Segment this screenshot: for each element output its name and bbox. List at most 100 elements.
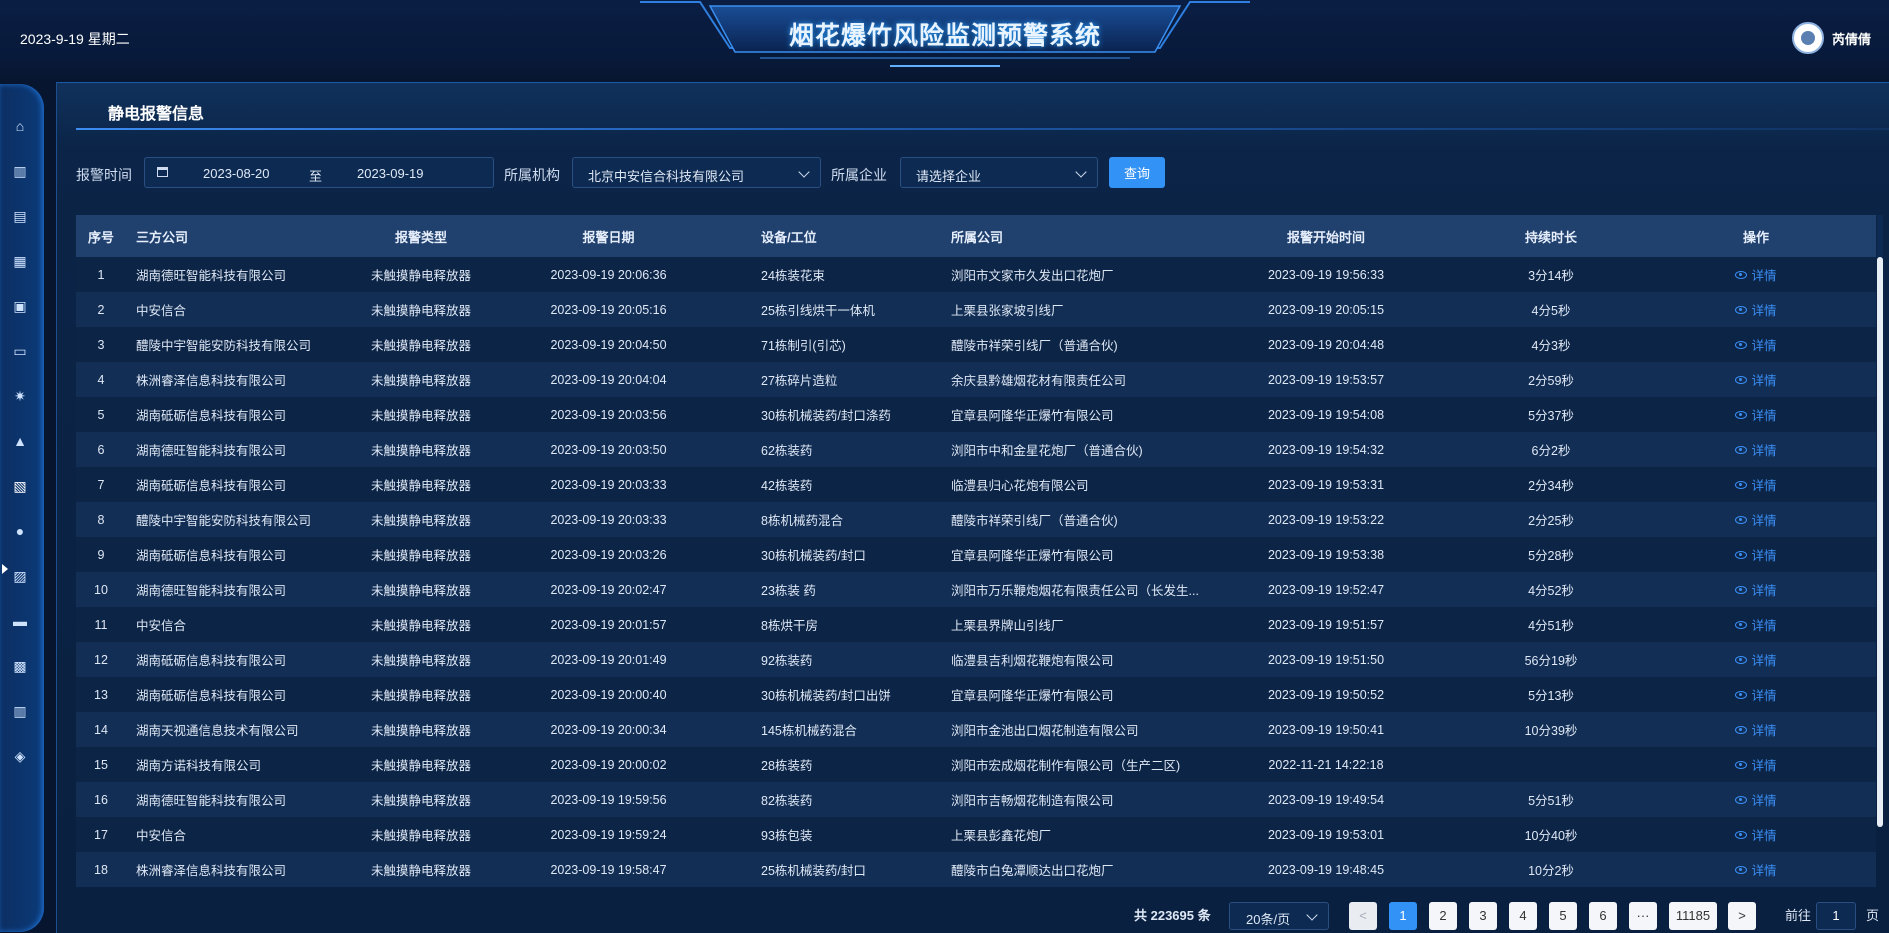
scrollbar-thumb[interactable] (1877, 257, 1883, 827)
table-row: 4 株洲睿泽信息科技有限公司 未触摸静电释放器 2023-09-19 20:04:04… (76, 362, 1876, 397)
detail-label[interactable]: 详情 (1751, 265, 1776, 284)
bar-chart-icon[interactable]: ▦ (11, 253, 29, 269)
detail-link[interactable]: 详情 (1735, 790, 1777, 809)
column-header: 持续时长 (1524, 229, 1577, 245)
detail-link[interactable]: 详情 (1735, 825, 1777, 844)
date-end[interactable]: 2023-09-19 (357, 166, 424, 181)
detail-link[interactable]: 详情 (1735, 615, 1777, 634)
detail-link[interactable]: 详情 (1735, 335, 1777, 354)
image-card-icon[interactable]: ▣ (11, 298, 29, 314)
detail-link[interactable]: 详情 (1735, 370, 1777, 389)
table-cell: 浏阳市中和金星花炮厂（普通合伙) (951, 444, 1143, 458)
detail-link[interactable]: 详情 (1735, 440, 1777, 459)
query-button[interactable]: 查询 (1109, 157, 1165, 188)
table-cell: 2023-09-19 19:53:31 (1267, 477, 1385, 492)
org-select[interactable]: 北京中安信合科技有限公司 (572, 157, 821, 188)
document-check-icon[interactable]: ▧ (11, 478, 29, 494)
detail-link[interactable]: 详情 (1735, 860, 1777, 879)
detail-link[interactable]: 详情 (1735, 300, 1777, 319)
detail-label[interactable]: 详情 (1751, 405, 1776, 424)
table-cell: 2023-09-19 20:01:57 (550, 617, 667, 632)
home-icon[interactable]: ⌂ (11, 118, 29, 134)
detail-label[interactable]: 详情 (1751, 545, 1776, 564)
alarm-light-icon[interactable]: ✷ (11, 388, 29, 404)
detail-label[interactable]: 详情 (1751, 825, 1776, 844)
table-cell: 2023-09-19 20:05:16 (550, 302, 667, 317)
table-cell: 25栋引线烘干一体机 (761, 304, 875, 318)
table-cell: 未触摸静电释放器 (370, 654, 471, 668)
column-header: 报警日期 (582, 229, 635, 245)
lightbulb-icon[interactable]: ● (11, 523, 29, 539)
page-size-select[interactable]: 20条/页 (1229, 902, 1329, 930)
detail-label[interactable]: 详情 (1751, 370, 1776, 389)
eye-icon (1735, 690, 1748, 699)
monitor-chart-icon[interactable]: ▬ (11, 613, 29, 629)
table-scrollbar[interactable] (1877, 215, 1883, 827)
detail-link[interactable]: 详情 (1735, 755, 1777, 774)
eye-icon (1735, 620, 1748, 629)
page-button[interactable]: 3 (1469, 902, 1497, 930)
date-start[interactable]: 2023-08-20 (203, 166, 270, 181)
page-button[interactable]: 6 (1589, 902, 1617, 930)
detail-label[interactable]: 详情 (1751, 580, 1776, 599)
briefcase-icon[interactable]: ▤ (11, 208, 29, 224)
table-row: 15 湖南方诺科技有限公司 未触摸静电释放器 2023-09-19 20:00:02 2… (76, 747, 1876, 782)
detail-label[interactable]: 详情 (1751, 615, 1776, 634)
page-button[interactable]: 11185 (1669, 902, 1717, 930)
table-cell: 4分3秒 (1531, 339, 1571, 353)
detail-label[interactable]: 详情 (1751, 510, 1776, 529)
company-select[interactable]: 请选择企业 (900, 157, 1098, 188)
detail-label[interactable]: 详情 (1751, 475, 1776, 494)
detail-label[interactable]: 详情 (1751, 440, 1776, 459)
avatar[interactable] (1791, 22, 1824, 54)
detail-link[interactable]: 详情 (1735, 405, 1777, 424)
chart-book-icon[interactable]: ▥ (11, 703, 29, 719)
total-count: 共 223695 条 (1134, 908, 1211, 923)
table-cell: 中安信合 (136, 619, 187, 633)
table-cell: 中安信合 (136, 304, 187, 318)
date-range-picker[interactable]: 2023-08-20 至 2023-09-19 (144, 157, 494, 188)
detail-label[interactable]: 详情 (1751, 685, 1776, 704)
prev-page-button[interactable]: < (1349, 902, 1377, 930)
table-row: 6 湖南德旺智能科技有限公司 未触摸静电释放器 2023-09-19 20:03:50… (76, 432, 1876, 467)
page-button[interactable]: 2 (1429, 902, 1457, 930)
table-cell: 93栋包装 (761, 829, 813, 843)
id-card-icon[interactable]: ▭ (11, 343, 29, 359)
detail-label[interactable]: 详情 (1751, 335, 1776, 354)
table-cell: 2023-09-19 19:59:56 (550, 792, 667, 807)
detail-label[interactable]: 详情 (1751, 650, 1776, 669)
user-menu[interactable]: 芮倩倩 (1791, 22, 1871, 54)
detail-link[interactable]: 详情 (1735, 475, 1777, 494)
page-button[interactable]: 1 (1389, 902, 1417, 930)
detail-link[interactable]: 详情 (1735, 650, 1777, 669)
layers-icon[interactable]: ◈ (11, 748, 29, 764)
detail-label[interactable]: 详情 (1751, 790, 1776, 809)
detail-link[interactable]: 详情 (1735, 265, 1777, 284)
page-button[interactable]: 5 (1549, 902, 1577, 930)
table-cell: 湖南德旺智能科技有限公司 (136, 794, 287, 808)
detail-link[interactable]: 详情 (1735, 545, 1777, 564)
detail-label[interactable]: 详情 (1751, 720, 1776, 739)
detail-link[interactable]: 详情 (1735, 685, 1777, 704)
document-settings-icon[interactable]: ▨ (11, 568, 29, 584)
username[interactable]: 芮倩倩 (1832, 29, 1871, 48)
table-cell: 未触摸静电释放器 (370, 409, 471, 423)
table-cell: 2023-09-19 20:03:26 (550, 547, 667, 562)
table-row: 9 湖南砥砺信息科技有限公司 未触摸静电释放器 2023-09-19 20:03:26… (76, 537, 1876, 572)
warning-icon[interactable]: ▲ (11, 433, 29, 449)
next-page-button[interactable]: > (1728, 902, 1756, 930)
page-button[interactable]: 4 (1509, 902, 1537, 930)
detail-link[interactable]: 详情 (1735, 720, 1777, 739)
table-cell: 5 (97, 407, 105, 422)
detail-link[interactable]: 详情 (1735, 580, 1777, 599)
panel-title: 静电报警信息 (108, 106, 205, 123)
detail-label[interactable]: 详情 (1751, 300, 1776, 319)
building-icon[interactable]: ▥ (11, 163, 29, 179)
table-cell: 浏阳市宏成烟花制作有限公司（生产二区) (951, 759, 1181, 773)
detail-label[interactable]: 详情 (1751, 860, 1776, 879)
jump-page-input[interactable]: 1 (1816, 902, 1856, 930)
grid-icon[interactable]: ▩ (11, 658, 29, 674)
detail-link[interactable]: 详情 (1735, 510, 1777, 529)
detail-label[interactable]: 详情 (1751, 755, 1776, 774)
more-pages-button[interactable]: ··· (1629, 902, 1657, 930)
